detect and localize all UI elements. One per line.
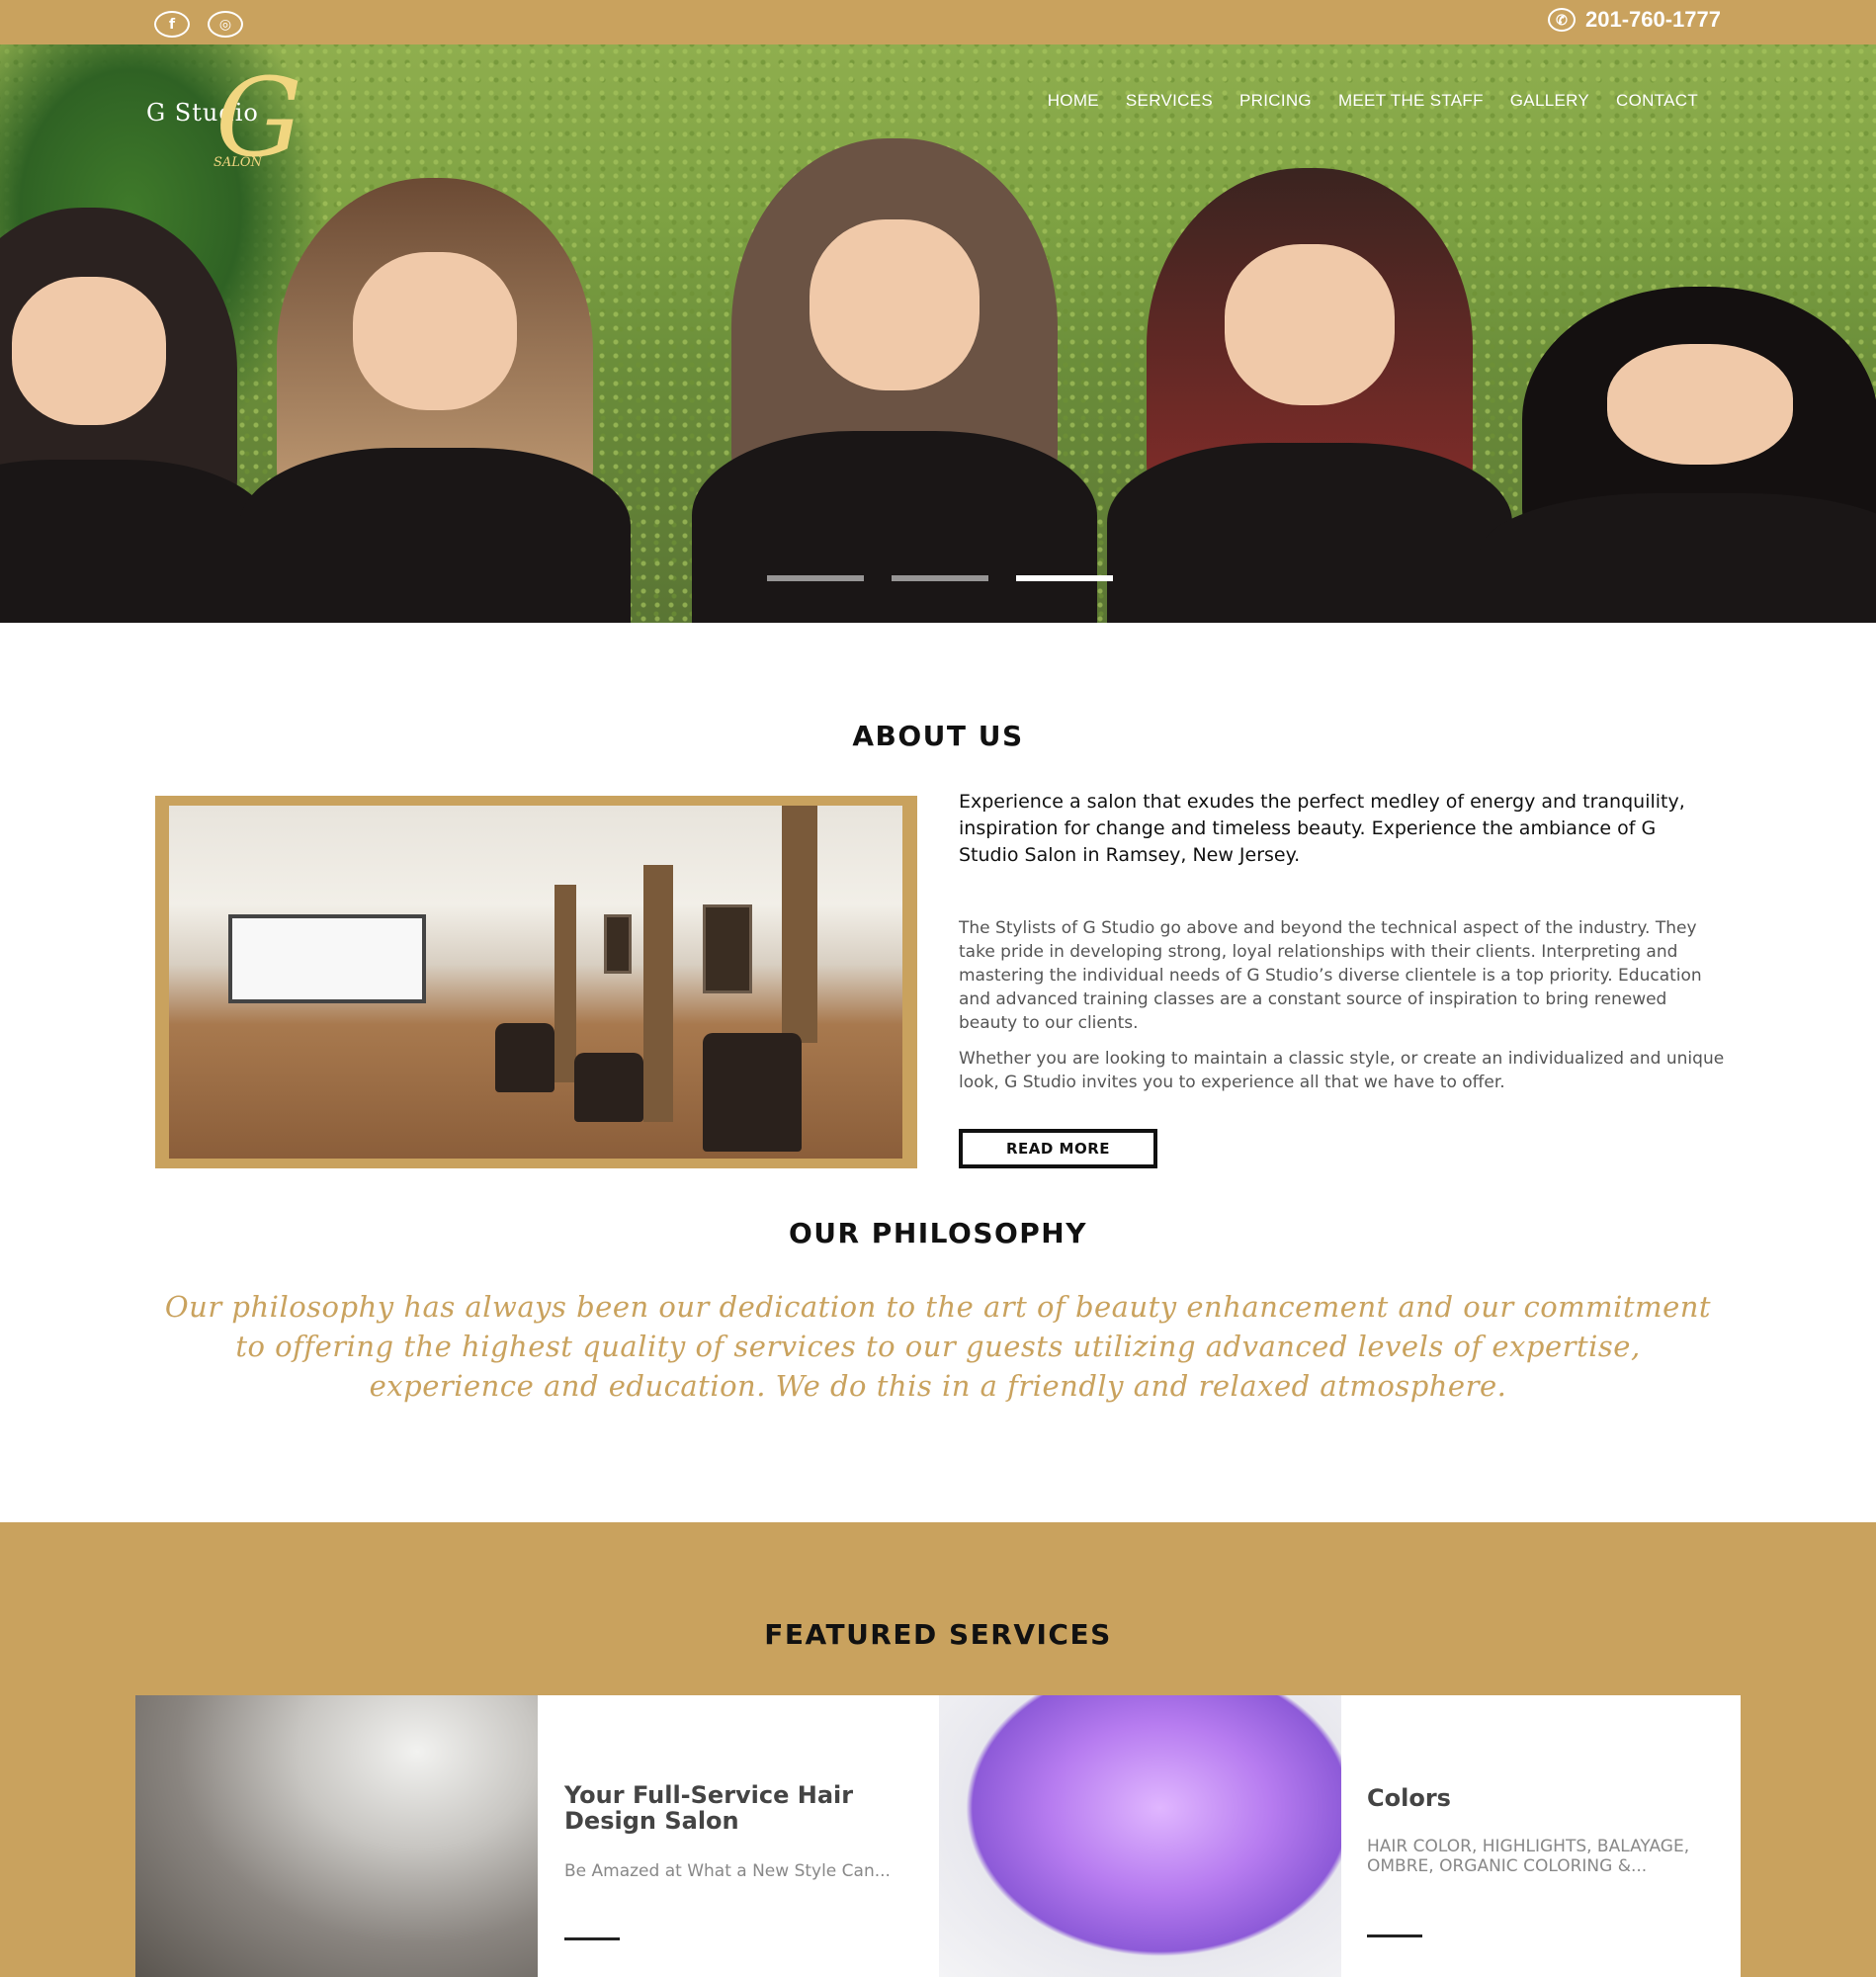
nav-pricing[interactable]: PRICING bbox=[1239, 91, 1312, 111]
salon-interior-image bbox=[169, 806, 902, 1159]
purple-hair-image[interactable] bbox=[939, 1695, 1341, 1977]
slider-dot-2[interactable] bbox=[892, 575, 988, 581]
phone-number[interactable]: 201-760-1777 bbox=[1585, 7, 1721, 33]
read-more-button[interactable]: READ MORE bbox=[959, 1129, 1157, 1168]
service-card-text: Be Amazed at What a New Style Can... bbox=[564, 1861, 891, 1881]
about-paragraph-1: The Stylists of G Studio go above and be… bbox=[959, 918, 1702, 1033]
about-lead: Experience a salon that exudes the perfe… bbox=[959, 791, 1685, 866]
logo-salon: SALON bbox=[213, 155, 262, 170]
phone-link[interactable]: ✆ 201-760-1777 bbox=[1547, 7, 1721, 33]
main-nav: HOME SERVICES PRICING MEET THE STAFF GAL… bbox=[1048, 91, 1698, 111]
service-card[interactable] bbox=[538, 1695, 939, 1977]
nav-home[interactable]: HOME bbox=[1048, 91, 1099, 111]
hero-stylist-photo bbox=[1107, 168, 1512, 623]
slider-indicators bbox=[767, 575, 1113, 581]
slider-dot-1[interactable] bbox=[767, 575, 864, 581]
about-paragraph-2: Whether you are looking to maintain a cl… bbox=[959, 1049, 1725, 1092]
nav-services[interactable]: SERVICES bbox=[1126, 91, 1213, 111]
philosophy-text: Our philosophy has always been our dedic… bbox=[164, 1290, 1712, 1403]
nav-gallery[interactable]: GALLERY bbox=[1510, 91, 1589, 111]
service-card-title[interactable]: Colors bbox=[1367, 1785, 1703, 1811]
silver-hair-image[interactable] bbox=[135, 1695, 538, 1977]
service-card-divider bbox=[1367, 1934, 1422, 1937]
top-bar: f ◎ ✆ 201-760-1777 bbox=[0, 0, 1876, 44]
hero-stylist-photo bbox=[0, 208, 273, 623]
site-logo[interactable]: G Studio G SALON bbox=[146, 63, 334, 190]
about-title: ABOUT US bbox=[852, 720, 1024, 752]
philosophy-title: OUR PHILOSOPHY bbox=[788, 1217, 1088, 1249]
service-card-title[interactable]: Your Full-Service Hair Design Salon bbox=[564, 1782, 920, 1834]
phone-icon: ✆ bbox=[1547, 8, 1576, 32]
about-image-frame bbox=[155, 796, 917, 1168]
service-card-text: HAIR COLOR, HIGHLIGHTS, BALAYAGE, OMBRE,… bbox=[1367, 1837, 1690, 1876]
nav-meet-the-staff[interactable]: MEET THE STAFF bbox=[1338, 91, 1484, 111]
featured-title: FEATURED SERVICES bbox=[764, 1618, 1112, 1651]
nav-contact[interactable]: CONTACT bbox=[1616, 91, 1698, 111]
slider-dot-3[interactable] bbox=[1016, 575, 1113, 581]
hero-stylist-photo bbox=[1479, 287, 1876, 623]
service-card-divider bbox=[564, 1937, 620, 1940]
instagram-icon[interactable]: ◎ bbox=[208, 11, 243, 38]
hero-stylist-photo bbox=[692, 138, 1097, 623]
hero-stylist-photo bbox=[238, 178, 632, 623]
facebook-icon[interactable]: f bbox=[154, 11, 190, 38]
